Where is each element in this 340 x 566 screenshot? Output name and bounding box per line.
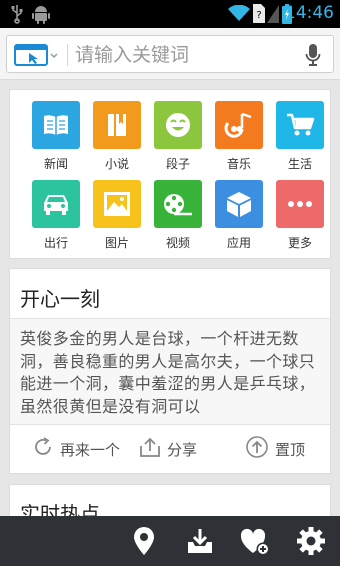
category-jokes[interactable]: 段子: [148, 101, 208, 172]
category-more[interactable]: 更多: [270, 180, 330, 251]
category-novel[interactable]: 小说: [87, 101, 147, 172]
category-label: 音乐: [226, 157, 251, 171]
film-icon: [154, 180, 202, 228]
browser-icon[interactable]: [14, 44, 58, 70]
category-label: 视频: [165, 236, 190, 250]
more-icon: [276, 180, 324, 228]
music-icon: [215, 101, 263, 149]
settings-icon[interactable]: [296, 526, 326, 560]
refresh-label: 再来一个: [60, 440, 121, 459]
share-label: 分享: [167, 440, 198, 459]
category-label: 图片: [104, 236, 129, 250]
refresh-button[interactable]: 再来一个: [32, 437, 120, 461]
joke-body[interactable]: 英俊多金的男人是台球，一个杆进无数洞，善良稳重的男人是高尔夫，一个球只能进一个洞…: [10, 319, 330, 424]
image-icon: [93, 180, 141, 228]
category-label: 小说: [104, 157, 129, 171]
category-label: 新闻: [43, 157, 68, 171]
share-icon: [139, 436, 161, 462]
category-label: 更多: [287, 236, 312, 250]
cube-icon: [215, 180, 263, 228]
category-music[interactable]: 音乐: [209, 101, 269, 172]
search-input[interactable]: [75, 42, 295, 68]
bottom-toolbar: [0, 516, 340, 566]
refresh-icon: [32, 436, 54, 462]
clock: 14:46: [285, 3, 334, 23]
share-button[interactable]: 分享: [139, 437, 197, 461]
mic-icon[interactable]: [305, 43, 321, 71]
search-box[interactable]: [6, 35, 334, 73]
category-label: 出行: [43, 236, 68, 250]
pin-top-button[interactable]: 置顶: [245, 435, 306, 463]
category-life[interactable]: 生活: [270, 101, 330, 172]
pin-top-label: 置顶: [275, 440, 306, 459]
download-icon[interactable]: [186, 528, 214, 558]
svg-text:?: ?: [256, 10, 261, 21]
category-video[interactable]: 视频: [148, 180, 208, 251]
book-icon: [32, 101, 80, 149]
status-bar: ? 14:46: [0, 0, 340, 28]
favorite-add-icon[interactable]: [240, 528, 270, 560]
joke-actions: 再来一个 分享 置顶: [10, 425, 330, 473]
category-images[interactable]: 图片: [87, 180, 147, 251]
cart-icon: [276, 101, 324, 149]
novel-icon: [93, 101, 141, 149]
search-divider: [67, 44, 68, 66]
category-label: 应用: [226, 236, 251, 250]
sim-unknown-icon: ?: [253, 4, 265, 27]
joke-card: 开心一刻 英俊多金的男人是台球，一个杆进无数洞，善良稳重的男人是高尔夫，一个球只…: [9, 268, 331, 474]
category-grid: 新闻 小说 段子 音乐 生活 出行 图片 视频 应用 更多: [9, 89, 331, 259]
smiley-icon: [154, 101, 202, 149]
android-icon: [32, 4, 50, 28]
joke-card-title: 开心一刻: [20, 287, 100, 311]
category-label: 段子: [165, 157, 190, 171]
car-icon: [32, 180, 80, 228]
category-label: 生活: [287, 157, 312, 171]
location-icon[interactable]: [132, 526, 156, 560]
category-travel[interactable]: 出行: [26, 180, 86, 251]
category-apps[interactable]: 应用: [209, 180, 269, 251]
wifi-icon: [228, 4, 250, 26]
usb-icon: [10, 4, 24, 28]
joke-text: 英俊多金的男人是台球，一个杆进无数洞，善良稳重的男人是高尔夫，一个球只能进一个洞…: [20, 329, 316, 416]
signal-icon: [267, 5, 279, 27]
search-bar: [0, 28, 340, 80]
category-news[interactable]: 新闻: [26, 101, 86, 172]
arrow-up-circle-icon: [245, 435, 269, 463]
